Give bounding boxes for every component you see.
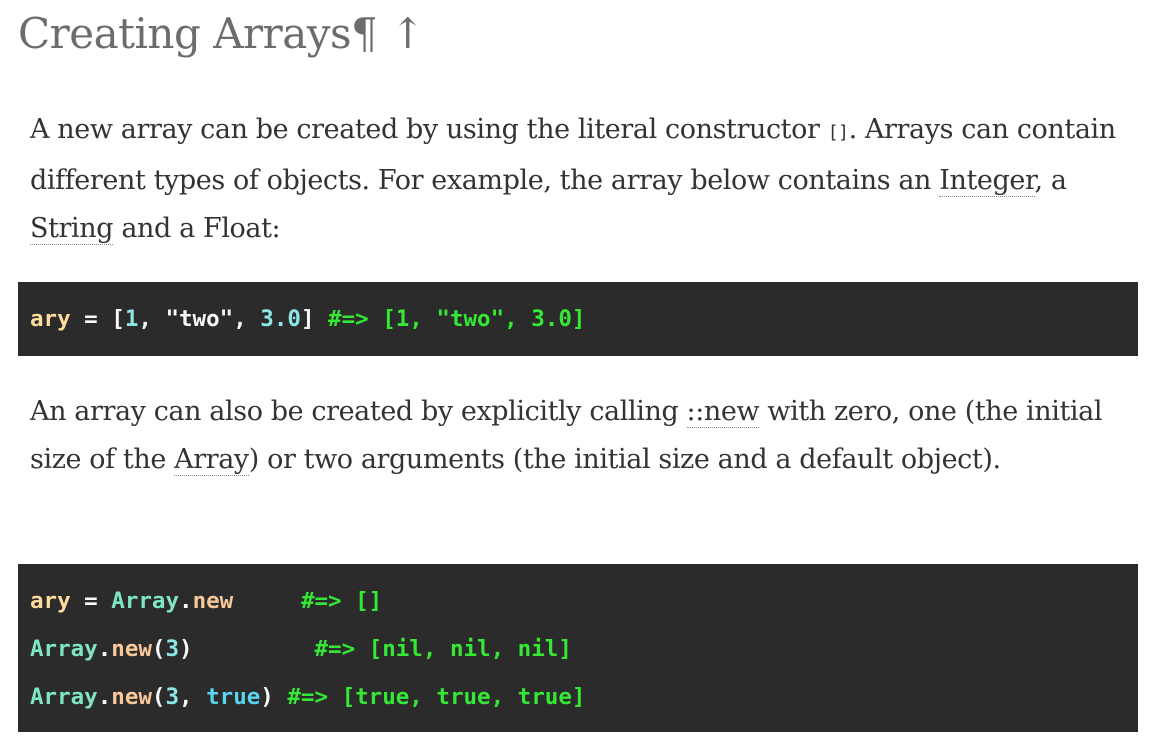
code-variable: ary [30, 306, 71, 332]
code-comment: #=> [] [300, 588, 383, 614]
heading-title: Creating Arrays [18, 9, 352, 58]
literal-constructor-code: [] [827, 122, 849, 143]
code-number: 3.0 [260, 306, 301, 332]
code-punct: , [233, 306, 261, 332]
code-paren: ( [151, 636, 166, 662]
new-method-link[interactable]: ::new [686, 396, 760, 428]
text-segment: An array can also be created by explicit… [30, 396, 687, 427]
pilcrow-link[interactable]: ¶ [351, 9, 378, 58]
code-punct: . [97, 636, 112, 662]
code-block-literal: ary = [1, "two", 3.0] #=> [1, "two", 3.0… [18, 282, 1138, 356]
integer-link[interactable]: Integer [939, 165, 1035, 197]
text-segment: and a Float: [113, 213, 281, 244]
code-operator: = [70, 306, 112, 332]
code-comment: #=> [1, "two", 3.0] [328, 306, 586, 332]
text-segment: ) or two arguments (the initial size and… [248, 444, 1001, 475]
text-segment: A new array can be created by using the … [30, 114, 828, 145]
code-punct: , [138, 306, 166, 332]
code-paren: ) [179, 636, 193, 662]
code-number: 3 [165, 636, 180, 662]
code-comment: #=> [true, true, true] [287, 684, 586, 710]
code-method: new [111, 684, 152, 710]
code-method: new [192, 588, 234, 614]
code-line: ary = Array.new #=> [] [30, 577, 382, 625]
section-heading: Creating Arrays¶ ↑ [18, 6, 425, 62]
code-constant: Array [111, 588, 180, 614]
code-punct: . [97, 684, 112, 710]
code-punct: , [179, 684, 207, 710]
code-operator: = [70, 588, 112, 614]
string-link[interactable]: String [30, 213, 114, 245]
code-constant: Array [30, 684, 98, 710]
code-comment: #=> [nil, nil, nil] [314, 636, 572, 662]
code-punct: . [179, 588, 193, 614]
code-line: Array.new(3) #=> [nil, nil, nil] [30, 625, 572, 673]
code-bracket: ] [300, 306, 329, 332]
code-keyword: true [206, 684, 261, 710]
back-to-top-link[interactable]: ↑ [390, 9, 425, 58]
code-paren: ( [151, 684, 166, 710]
code-method: new [111, 636, 152, 662]
text-segment: , a [1034, 165, 1067, 196]
code-paren: ) [260, 684, 274, 710]
code-variable: ary [30, 588, 71, 614]
intro-paragraph: A new array can be created by using the … [30, 106, 1130, 253]
code-number: 1 [124, 306, 139, 332]
code-constant: Array [30, 636, 98, 662]
array-link[interactable]: Array [174, 444, 249, 476]
constructor-paragraph: An array can also be created by explicit… [30, 388, 1130, 484]
code-block-array-new: ary = Array.new #=> [] Array.new(3) #=> … [18, 564, 1138, 732]
code-string: "two" [165, 306, 234, 332]
code-line: ary = [1, "two", 3.0] #=> [1, "two", 3.0… [30, 295, 585, 343]
code-bracket: [ [111, 306, 125, 332]
code-line: Array.new(3, true) #=> [true, true, true… [30, 673, 585, 721]
code-number: 3 [165, 684, 180, 710]
